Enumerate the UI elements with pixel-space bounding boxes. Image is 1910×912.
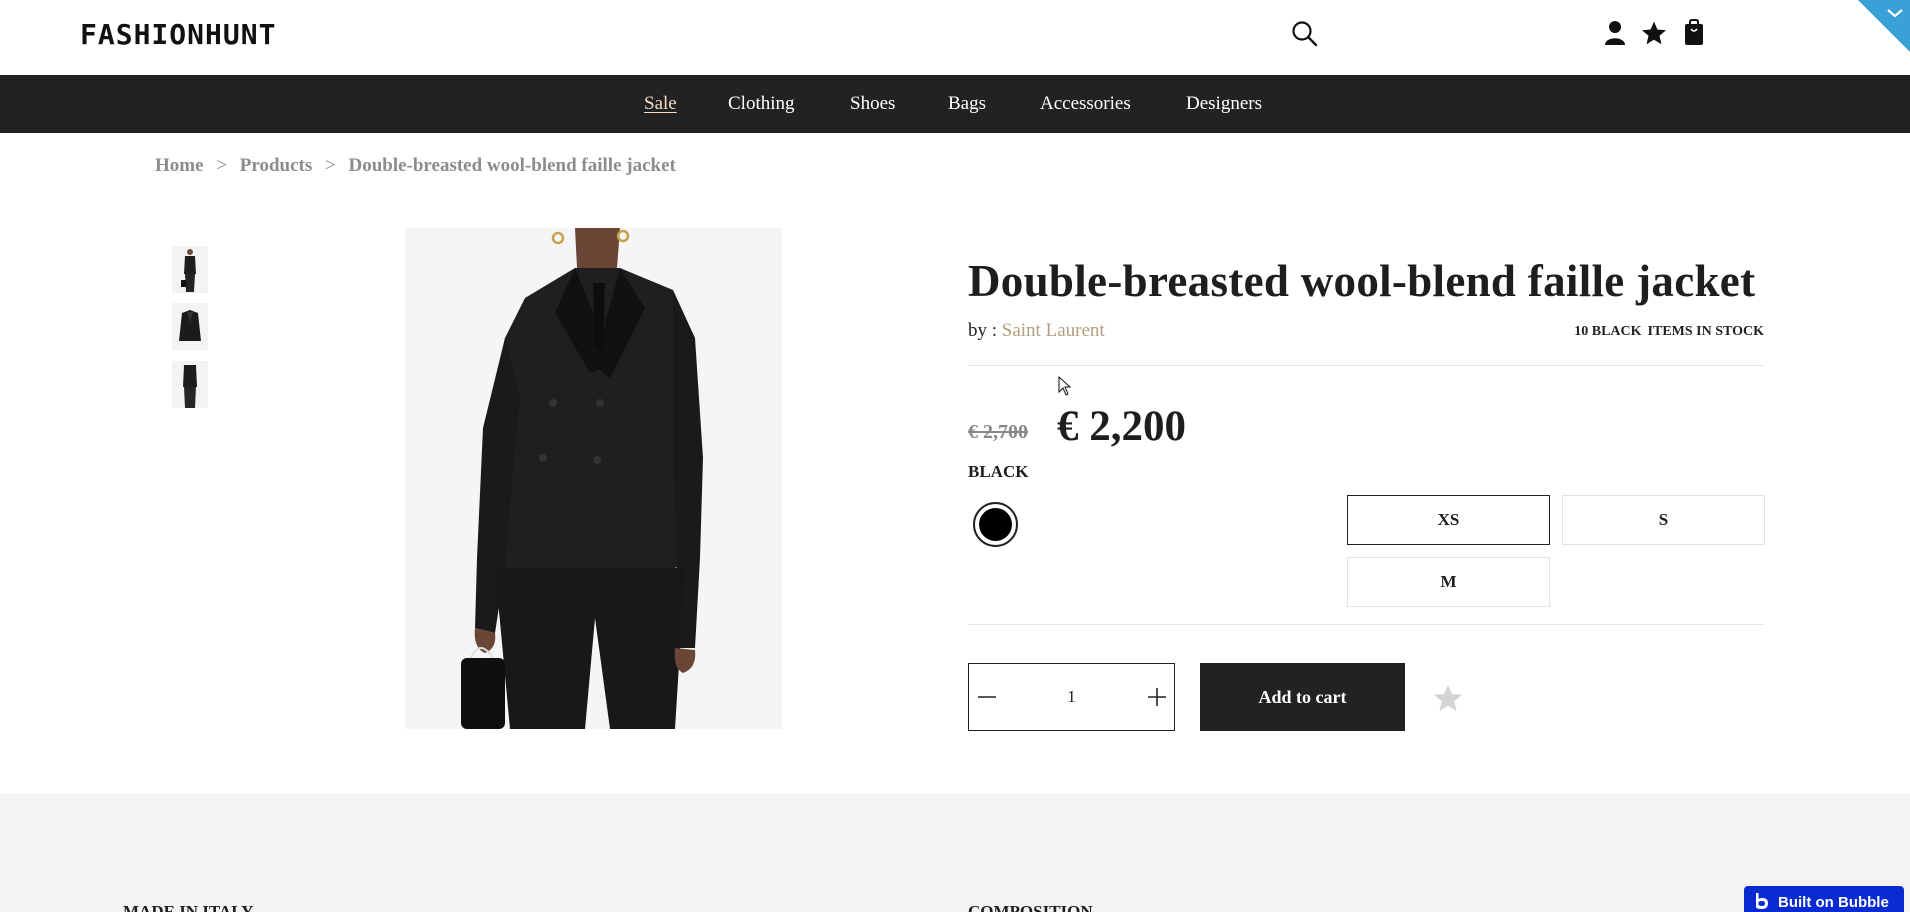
made-in-heading: MADE IN ITALY (123, 902, 254, 912)
size-option-m[interactable]: M (1347, 557, 1550, 607)
bubble-logo-icon (1756, 893, 1768, 909)
product-thumbnail[interactable] (172, 361, 208, 408)
site-header: FASHIONHUNT (0, 0, 1910, 75)
product-details-section: MADE IN ITALY COMPOSITION (0, 794, 1910, 912)
breadcrumb-products[interactable]: Products (240, 155, 312, 176)
minus-icon[interactable] (969, 664, 1013, 730)
search-icon[interactable] (1290, 19, 1320, 49)
composition-heading: COMPOSITION (968, 902, 1093, 912)
plus-icon[interactable] (1130, 664, 1174, 730)
original-price: € 2,700 (968, 421, 1028, 443)
breadcrumb: Home > Products > Double-breasted wool-b… (155, 155, 676, 177)
stock-count: 10 BLACK (1574, 324, 1642, 339)
breadcrumb-separator: > (216, 155, 228, 176)
nav-item-designers[interactable]: Designers (1186, 93, 1262, 115)
add-to-cart-button[interactable]: Add to cart (1200, 663, 1405, 731)
wishlist-star-icon[interactable] (1433, 683, 1463, 713)
size-option-s[interactable]: S (1562, 495, 1765, 545)
divider (968, 624, 1764, 625)
product-thumbnail[interactable] (172, 303, 208, 350)
product-thumbnail[interactable] (172, 246, 208, 293)
badge-label: Built on Bubble (1778, 894, 1889, 911)
site-logo[interactable]: FASHIONHUNT (80, 18, 276, 51)
product-main-image[interactable] (405, 228, 782, 729)
nav-item-sale[interactable]: Sale (644, 93, 677, 115)
size-option-xs[interactable]: XS (1347, 495, 1550, 545)
chevron-down-icon[interactable] (1858, 0, 1910, 52)
product-title: Double-breasted wool-blend faille jacket (968, 256, 1756, 306)
star-icon[interactable] (1641, 20, 1667, 46)
sale-price: € 2,200 (1057, 403, 1186, 450)
nav-item-accessories[interactable]: Accessories (1040, 93, 1131, 115)
user-icon[interactable] (1603, 20, 1627, 46)
breadcrumb-home[interactable]: Home (155, 155, 204, 176)
nav-item-bags[interactable]: Bags (948, 93, 986, 115)
brand-line: by : Saint Laurent (968, 320, 1105, 342)
stock-status: 10 BLACK ITEMS IN STOCK (1574, 324, 1764, 340)
shopping-bag-icon[interactable] (1682, 19, 1706, 47)
built-on-bubble-badge[interactable]: Built on Bubble (1744, 886, 1904, 912)
quantity-stepper (968, 663, 1175, 731)
main-nav: Sale Clothing Shoes Bags Accessories Des… (0, 75, 1910, 133)
divider (968, 365, 1764, 366)
mouse-cursor-icon (1058, 376, 1072, 396)
breadcrumb-current: Double-breasted wool-blend faille jacket (348, 155, 676, 176)
quantity-input[interactable] (1019, 684, 1124, 710)
color-swatch-black[interactable] (973, 502, 1018, 547)
nav-item-shoes[interactable]: Shoes (850, 93, 895, 115)
by-label: by : (968, 320, 998, 341)
nav-item-clothing[interactable]: Clothing (728, 93, 795, 115)
brand-link[interactable]: Saint Laurent (1002, 320, 1105, 341)
swatch-fill (979, 508, 1012, 541)
breadcrumb-separator: > (325, 155, 336, 176)
selected-color-label: BLACK (968, 462, 1029, 481)
stock-label: ITEMS IN STOCK (1647, 324, 1764, 339)
